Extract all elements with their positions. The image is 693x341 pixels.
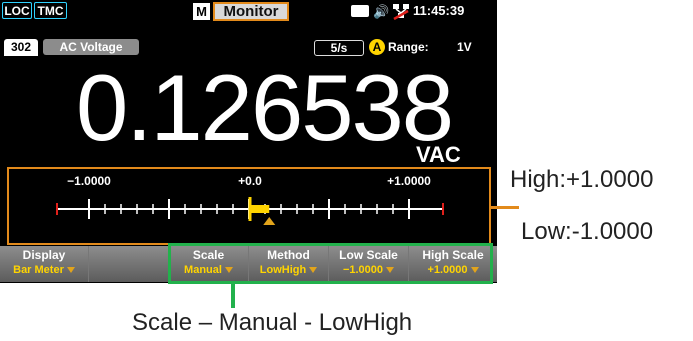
mode-title: Monitor [213, 2, 289, 21]
status-bar: LOC TMC M Monitor 🔊 11:45:39 [0, 0, 497, 22]
meter-low-label: −1.0000 [67, 174, 111, 188]
clock: 11:45:39 [413, 3, 465, 18]
scale-keys-highlight [168, 243, 493, 284]
bar-meter: −1.0000 +0.0 +1.0000 [7, 167, 491, 245]
meter-callout-line [491, 206, 519, 209]
high-callout: High:+1.0000 [510, 166, 654, 193]
softkey-display[interactable]: Display Bar Meter [0, 246, 89, 282]
meter-value-pointer [263, 217, 276, 225]
scale-callout-line [231, 284, 235, 308]
range-value: 1V [457, 40, 472, 54]
lan-icon [393, 4, 409, 20]
reading-area: 0.126538 VAC [0, 56, 497, 168]
function-label: AC Voltage [43, 39, 139, 55]
dropdown-icon [66, 267, 75, 274]
meter-value-bar [249, 205, 270, 213]
main-reading: 0.126538 [76, 55, 454, 160]
low-callout: Low:-1.0000 [521, 218, 654, 245]
softkey-value: Bar Meter [13, 264, 64, 276]
range-label: Range: [388, 40, 429, 54]
mode-icon: M [193, 3, 210, 20]
reading-unit: VAC [416, 142, 461, 167]
dmm-screen: LOC TMC M Monitor 🔊 11:45:39 302 AC Volt… [0, 0, 497, 283]
tmc-badge: TMC [34, 2, 67, 19]
loc-badge: LOC [2, 2, 32, 19]
channel-tab[interactable]: 302 [4, 39, 38, 56]
speaker-icon: 🔊 [373, 4, 390, 19]
bar-meter-scale: −1.0000 +0.0 +1.0000 [56, 174, 444, 225]
rate-indicator: 5/s [314, 40, 364, 56]
softkey-blank[interactable] [89, 246, 169, 282]
meter-mid-label: +0.0 [238, 174, 262, 188]
meter-high-label: +1.0000 [387, 174, 431, 188]
softkey-title: Display [22, 248, 66, 262]
battery-icon [351, 5, 369, 17]
scale-callout: Scale – Manual - LowHigh [132, 309, 413, 336]
auto-range-icon: A [369, 39, 385, 55]
